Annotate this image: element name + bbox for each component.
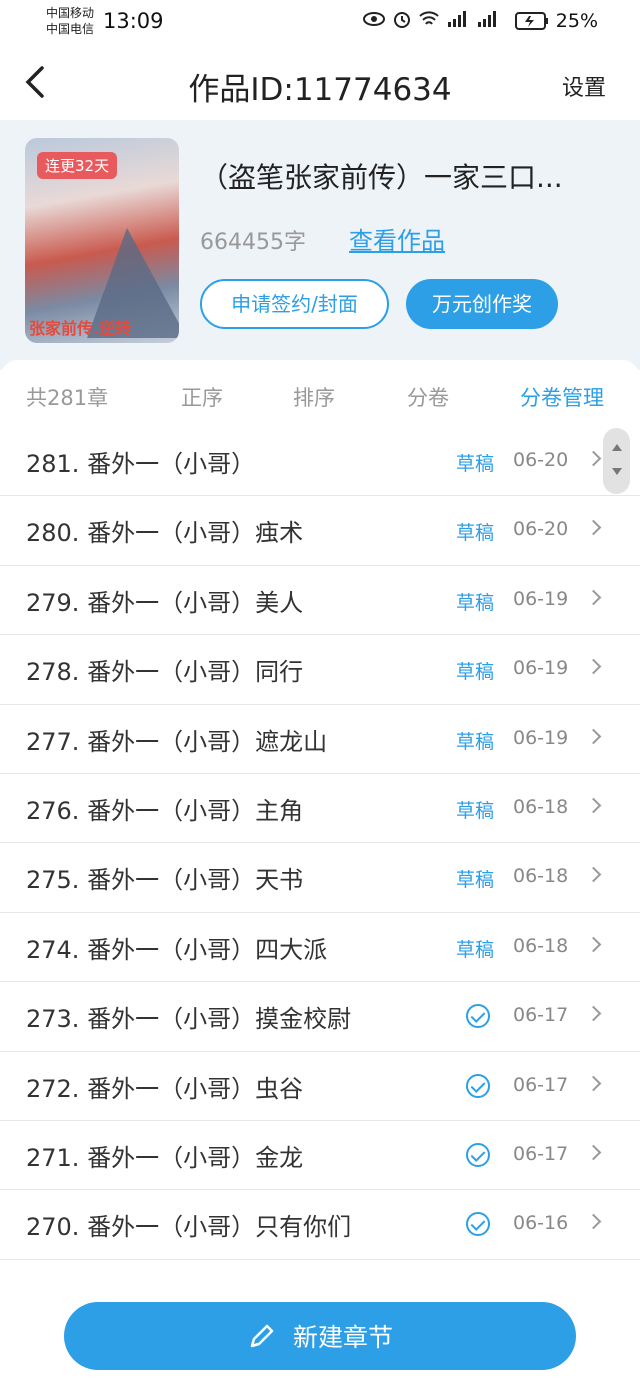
published-check-icon [466, 1212, 490, 1237]
chevron-right-icon [585, 936, 602, 953]
chevron-right-icon [585, 589, 602, 606]
top-bar: 作品ID:11774634 设置 [0, 46, 640, 120]
chapter-row[interactable]: 275. 番外一（小哥）天书 草稿 06-18 [0, 843, 640, 913]
scrollbar-handle[interactable] [603, 428, 630, 494]
settings-button[interactable]: 设置 [562, 70, 606, 102]
chapter-title: 277. 番外一（小哥）遮龙山 [26, 727, 328, 756]
published-check-icon [466, 1073, 490, 1098]
chevron-right-icon [585, 1075, 602, 1091]
eye-icon [363, 12, 385, 26]
chapter-date: 06-18 [513, 865, 569, 888]
tab-volume-manage[interactable]: 分卷管理 [520, 382, 604, 412]
chapter-date: 06-18 [513, 795, 569, 818]
chevron-right-icon [585, 867, 602, 883]
chapter-list: 281. 番外一（小哥） 草稿 06-20 280. 番外一（小哥）痋术 草稿 06-20… [0, 427, 640, 1260]
pencil-icon [250, 1324, 274, 1348]
view-work-link[interactable]: 查看作品 [349, 221, 445, 256]
chapter-row[interactable]: 279. 番外一（小哥）美人 草稿 06-19 [0, 566, 640, 636]
new-chapter-label: 新建章节 [292, 1323, 393, 1352]
new-chapter-button[interactable]: 新建章节 [64, 1302, 576, 1370]
carrier-2: 中国电信 [46, 22, 95, 36]
cover-title-text: 张家前传.逆转 [29, 319, 132, 338]
draft-status: 草稿 [456, 522, 495, 545]
chevron-right-icon [585, 658, 602, 675]
chapter-title: 278. 番外一（小哥）同行 [26, 658, 304, 687]
chevron-right-icon [585, 1144, 602, 1161]
chapter-row[interactable]: 281. 番外一（小哥） 草稿 06-20 [0, 427, 640, 497]
chapter-title: 272. 番外一（小哥）虫谷 [26, 1074, 304, 1103]
chapter-date: 06-17 [513, 1142, 569, 1165]
page-title: 作品ID:11774634 [188, 72, 452, 108]
chapter-title: 271. 番外一（小哥）金龙 [26, 1143, 304, 1172]
creation-award-button[interactable]: 万元创作奖 [406, 279, 558, 329]
chapter-date: 06-19 [513, 726, 569, 749]
alarm-icon [394, 12, 410, 28]
book-title: （盗笔张家前传）一家三口... [200, 161, 563, 194]
chevron-right-icon [585, 520, 602, 536]
chapter-date: 06-19 [513, 587, 569, 610]
chapter-date: 06-17 [513, 1004, 569, 1027]
chapter-title: 279. 番外一（小哥）美人 [26, 588, 304, 617]
chapter-title: 274. 番外一（小哥）四大派 [26, 935, 328, 964]
apply-sign-button[interactable]: 申请签约/封面 [200, 279, 389, 329]
list-toolbar: 共281章 正序 排序 分卷 分卷管理 [0, 360, 640, 428]
chapter-list-panel: 共281章 正序 排序 分卷 分卷管理 281. 番外一（小哥） 草稿 06-20 2… [0, 360, 640, 1387]
update-streak-badge: 连更32天 [37, 152, 118, 179]
tab-volume[interactable]: 分卷 [407, 382, 449, 412]
tab-order[interactable]: 正序 [181, 382, 223, 412]
chapter-date: 06-19 [513, 657, 569, 680]
chapter-title: 281. 番外一（小哥） [26, 450, 256, 478]
draft-status: 草稿 [456, 799, 495, 822]
chapter-date: 06-17 [513, 1073, 569, 1096]
chapter-date: 06-18 [513, 934, 569, 957]
draft-status: 草稿 [456, 661, 495, 684]
chapter-title: 273. 番外一（小哥）摸金校尉 [26, 1005, 352, 1034]
chapter-row[interactable]: 277. 番外一（小哥）遮龙山 草稿 06-19 [0, 705, 640, 774]
chapter-title: 276. 番外一（小哥）主角 [26, 796, 304, 825]
word-count: 664455字 [200, 230, 306, 255]
chevron-right-icon [585, 1005, 602, 1022]
chevron-right-icon [585, 1214, 602, 1230]
chapter-row[interactable]: 280. 番外一（小哥）痋术 草稿 06-20 [0, 496, 640, 566]
chapter-date: 06-16 [513, 1212, 569, 1235]
chapter-row[interactable]: 273. 番外一（小哥）摸金校尉 06-17 [0, 982, 640, 1052]
tab-sort[interactable]: 排序 [293, 382, 335, 412]
chevron-right-icon [585, 797, 602, 814]
chapter-row[interactable]: 271. 番外一（小哥）金龙 06-17 [0, 1121, 640, 1191]
chapter-title: 275. 番外一（小哥）天书 [26, 866, 304, 895]
chapter-row[interactable]: 272. 番外一（小哥）虫谷 06-17 [0, 1052, 640, 1121]
signal-icon-2 [478, 11, 496, 27]
published-check-icon [466, 1004, 490, 1029]
chapter-count: 共281章 [26, 386, 109, 410]
draft-status: 草稿 [456, 869, 495, 892]
draft-status: 草稿 [456, 591, 495, 614]
book-cover[interactable]: 连更32天 张家前传.逆转 [25, 138, 179, 343]
chapter-date: 06-20 [513, 449, 569, 471]
draft-status: 草稿 [456, 730, 495, 753]
chapter-title: 280. 番外一（小哥）痋术 [26, 519, 304, 548]
work-card: 连更32天 张家前传.逆转 （盗笔张家前传）一家三口... 664455字 查看… [0, 120, 640, 370]
draft-status: 草稿 [456, 453, 495, 475]
carrier-1: 中国移动 [46, 6, 95, 20]
status-icons [362, 9, 500, 29]
battery-icon [515, 12, 548, 30]
battery-level: 25% [555, 10, 598, 32]
chapter-row[interactable]: 276. 番外一（小哥）主角 草稿 06-18 [0, 774, 640, 844]
chevron-right-icon [585, 450, 602, 467]
chapter-title: 270. 番外一（小哥）只有你们 [26, 1213, 352, 1242]
wifi-icon [419, 11, 439, 25]
chevron-right-icon [585, 728, 602, 744]
chapter-row[interactable]: 278. 番外一（小哥）同行 草稿 06-19 [0, 635, 640, 705]
chapter-date: 06-20 [513, 518, 569, 541]
clock: 13:09 [103, 9, 164, 33]
published-check-icon [466, 1142, 490, 1167]
chapter-row[interactable]: 270. 番外一（小哥）只有你们 06-16 [0, 1190, 640, 1260]
chapter-row[interactable]: 274. 番外一（小哥）四大派 草稿 06-18 [0, 913, 640, 983]
signal-icon [448, 11, 466, 27]
carrier-info: 中国移动 中国电信 [46, 5, 94, 37]
draft-status: 草稿 [456, 938, 495, 961]
status-bar: 中国移动 中国电信 13:09 25% [0, 0, 640, 46]
